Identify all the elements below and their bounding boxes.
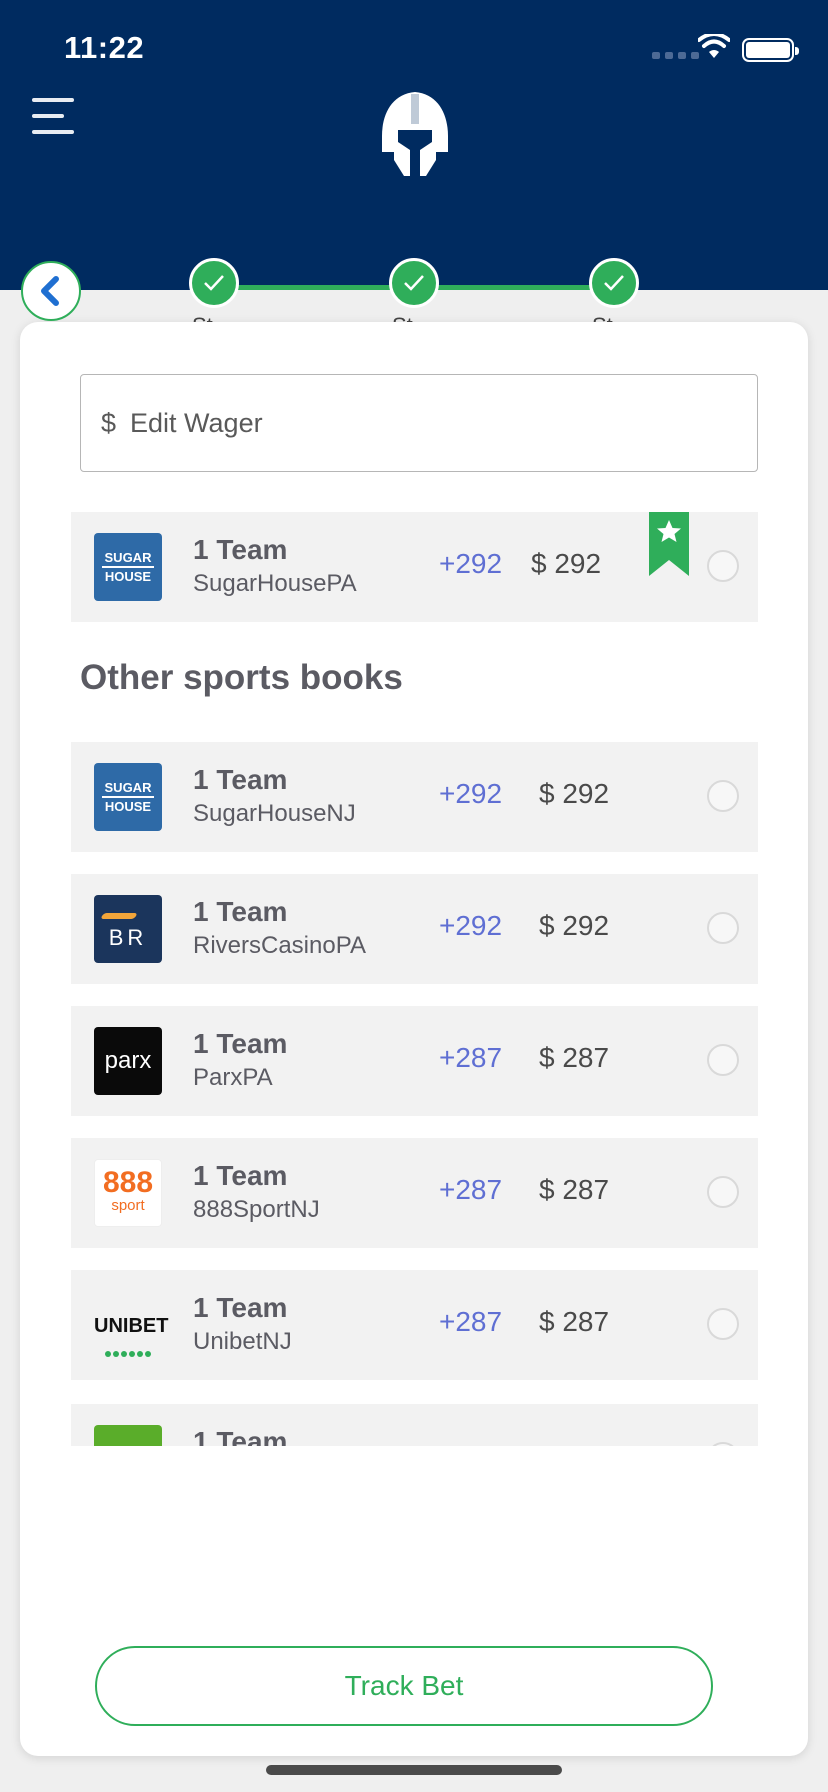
checkmark-icon (404, 275, 424, 291)
unibet-logo: UNIBET (94, 1291, 168, 1359)
odds-value: +287 (439, 1306, 503, 1337)
select-radio[interactable] (707, 1176, 739, 1208)
status-time: 11:22 (64, 30, 145, 65)
step-1[interactable]: St (189, 258, 239, 338)
bet-card: $ Edit Wager SUGAR HOUSE 1 Team SugarHous… (20, 322, 808, 1756)
list-item[interactable]: 888 sport 1 Team 888SportNJ +287 $ 287 (71, 1138, 758, 1248)
featured-book-row[interactable]: SUGAR HOUSE 1 Team SugarHousePA +292 $ 29… (71, 512, 758, 622)
select-radio[interactable] (707, 550, 739, 582)
888sport-logo: 888 sport (94, 1159, 162, 1227)
book-name: UnibetNJ (193, 1328, 292, 1355)
chevron-left-icon (41, 276, 59, 306)
payout-value: $ 287 (539, 1174, 610, 1205)
odds-value: +292 (439, 778, 503, 809)
select-radio[interactable] (707, 1044, 739, 1076)
bet-name: 1 Team (193, 1426, 288, 1446)
wager-placeholder: Edit Wager (130, 407, 263, 438)
app-header: 11:22 (0, 0, 828, 290)
odds-value: +287 (439, 1042, 503, 1073)
bet-name: 1 Team (193, 534, 288, 565)
payout-value: $ 292 (539, 778, 610, 809)
select-radio[interactable] (707, 1442, 739, 1446)
payout-value: $ 292 (539, 910, 610, 941)
odds-value: +292 (439, 548, 503, 579)
currency-symbol: $ (101, 407, 117, 438)
parx-logo: parx (94, 1027, 162, 1095)
other-books-list: SUGAR HOUSE 1 Team SugarHouseNJ +292 $ 29… (71, 742, 758, 1446)
hamburger-menu-icon[interactable] (32, 98, 74, 136)
book-name: ParxPA (193, 1064, 273, 1091)
book-name: SugarHouseNJ (193, 800, 356, 827)
select-radio[interactable] (707, 1308, 739, 1340)
payout-value: $ 292 (531, 548, 602, 579)
list-item[interactable]: parx 1 Team ParxPA +287 $ 287 (71, 1006, 758, 1116)
list-item[interactable]: 1 Team (71, 1404, 758, 1446)
book-name: RiversCasinoPA (193, 932, 366, 959)
book-name: 888SportNJ (193, 1196, 320, 1223)
step-3[interactable]: St (589, 258, 639, 338)
odds-value: +287 (439, 1174, 503, 1205)
payout-value: $ 287 (539, 1042, 610, 1073)
bet-name: 1 Team (193, 1160, 288, 1191)
star-ribbon-icon (649, 512, 689, 576)
sportsbook-logo (94, 1425, 162, 1446)
step-2[interactable]: St (389, 258, 439, 338)
section-title: Other sports books (80, 658, 403, 697)
select-radio[interactable] (707, 912, 739, 944)
bet-name: 1 Team (193, 1028, 288, 1059)
back-button[interactable] (21, 261, 81, 321)
sugarhouse-logo: SUGAR HOUSE (94, 533, 162, 601)
bet-name: 1 Team (193, 1292, 288, 1323)
wifi-icon (698, 34, 730, 58)
checkmark-icon (604, 275, 624, 291)
odds-value: +292 (439, 910, 503, 941)
home-indicator (266, 1765, 562, 1775)
sugarhouse-logo: SUGAR HOUSE (94, 763, 162, 831)
payout-value: $ 287 (539, 1306, 610, 1337)
list-item[interactable]: SUGAR HOUSE 1 Team SugarHouseNJ +292 $ 29… (71, 742, 758, 852)
spartan-helmet-icon (382, 92, 448, 176)
select-radio[interactable] (707, 780, 739, 812)
book-name: SugarHousePA (193, 570, 357, 597)
bet-name: 1 Team (193, 764, 288, 795)
battery-icon (742, 38, 799, 62)
checkmark-icon (204, 275, 224, 291)
track-bet-button[interactable]: Track Bet (95, 1646, 713, 1726)
bet-name: 1 Team (193, 896, 288, 927)
riverscasino-logo: BR (94, 895, 162, 963)
list-item[interactable]: BR 1 Team RiversCasinoPA +292 $ 292 (71, 874, 758, 984)
list-item[interactable]: UNIBET 1 Team UnibetNJ +287 $ 287 (71, 1270, 758, 1380)
cellular-signal-icon (652, 52, 699, 59)
edit-wager-input[interactable]: $ Edit Wager (80, 374, 758, 472)
